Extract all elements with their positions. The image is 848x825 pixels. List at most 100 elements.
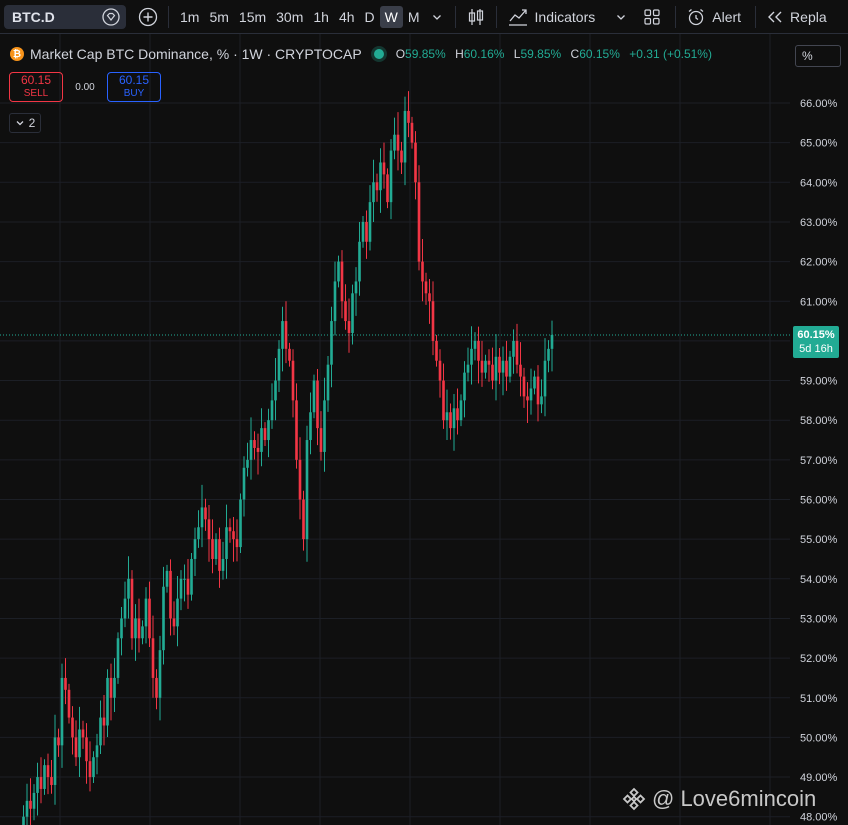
candle-body [428, 293, 431, 302]
indicators-collapse-button[interactable]: 2 [9, 113, 41, 133]
layout-grid-icon[interactable] [643, 8, 661, 26]
chevron-down-icon[interactable] [615, 11, 627, 23]
timeframe-m[interactable]: M [403, 6, 425, 28]
candle-body [144, 598, 148, 627]
candle-body [305, 440, 309, 540]
candle-body [123, 598, 127, 619]
candle-body [393, 134, 396, 151]
candle-body [95, 745, 99, 758]
last-price-label: 60.15% 5d 16h [793, 326, 839, 358]
candle-body [351, 293, 354, 333]
candle-body [193, 539, 197, 559]
price-tick-label: 56.00% [800, 495, 838, 507]
sell-button[interactable]: 60.15 SELL [9, 72, 63, 102]
candle-body [512, 340, 515, 357]
candle-body [550, 334, 554, 349]
candle-body [211, 539, 214, 559]
high-label: H [455, 47, 464, 61]
candle-body [358, 241, 361, 282]
price-tick-label: 63.00% [800, 217, 838, 229]
candle-body [253, 440, 256, 448]
candle-body [407, 110, 410, 123]
candle-body [396, 134, 400, 151]
price-tick-label: 48.00% [800, 812, 838, 824]
market-status-icon[interactable] [373, 49, 384, 59]
candle-body [214, 539, 218, 559]
close-value: 60.15% [579, 47, 620, 61]
candle-body [298, 459, 302, 500]
candle-body [225, 527, 228, 559]
indicators-icon[interactable] [507, 7, 529, 27]
candle-body [60, 677, 64, 746]
price-tick-label: 62.00% [800, 257, 838, 269]
chart-title[interactable]: Market Cap BTC Dominance, % · 1W · CRYPT… [30, 46, 362, 62]
candle-body [78, 729, 81, 758]
candle-body [141, 626, 144, 639]
candle-body [36, 777, 39, 793]
alarm-clock-icon[interactable] [686, 7, 706, 27]
candle-body [365, 221, 368, 242]
candle-body [340, 261, 344, 302]
replay-button[interactable]: Repla [790, 9, 827, 25]
candle-body [505, 360, 508, 377]
timeframe-5m[interactable]: 5m [204, 6, 233, 28]
compare-plus-icon[interactable] [138, 7, 158, 27]
candle-body [533, 376, 536, 389]
candle-body [239, 499, 242, 548]
candle-body [466, 364, 470, 373]
candle-body [291, 360, 295, 401]
timeframe-1m[interactable]: 1m [175, 6, 204, 28]
price-tick-label: 61.00% [800, 296, 838, 308]
candle-body [242, 467, 246, 500]
candles-icon[interactable] [466, 7, 486, 27]
price-chart[interactable]: 66.00%65.00%64.00%63.00%62.00%61.00%60.0… [0, 34, 848, 825]
candle-body [169, 570, 172, 619]
timeframe-30m[interactable]: 30m [271, 6, 308, 28]
candle-body [204, 507, 207, 520]
timeframe-15m[interactable]: 15m [234, 6, 271, 28]
replay-rewind-icon[interactable] [766, 10, 784, 24]
candle-body [508, 356, 512, 377]
sell-label: SELL [23, 88, 49, 99]
candle-body [536, 376, 540, 405]
candle-body [113, 677, 116, 698]
timeframe-w[interactable]: W [379, 5, 403, 28]
candle-body [221, 558, 225, 571]
candle-body [71, 717, 74, 738]
candle-body [288, 348, 291, 361]
buy-button[interactable]: 60.15 BUY [107, 72, 161, 102]
indicators-button[interactable]: Indicators [535, 9, 596, 25]
close-label: C [570, 47, 580, 61]
candle-body [424, 281, 428, 294]
candle-body [165, 570, 169, 587]
candle-body [50, 777, 53, 785]
candle-body [64, 677, 67, 690]
candle-body [74, 737, 78, 758]
candle-body [438, 360, 442, 381]
price-tick-label: 50.00% [800, 732, 838, 744]
candle-body [267, 420, 270, 441]
alert-button[interactable]: Alert [712, 9, 741, 25]
diamond-icon[interactable] [102, 7, 120, 26]
chevron-down-icon[interactable] [431, 11, 443, 23]
candles [22, 91, 554, 825]
timeframe-4h[interactable]: 4h [334, 6, 360, 28]
candle-body [228, 527, 232, 532]
symbol-name: BTC.D [12, 8, 55, 25]
price-tick-label: 55.00% [800, 534, 838, 546]
price-tick-label: 49.00% [800, 772, 838, 784]
candle-body [375, 182, 379, 191]
timeframe-d[interactable]: D [360, 6, 380, 28]
timeframe-1h[interactable]: 1h [308, 6, 334, 28]
candle-body [435, 340, 438, 361]
candle-body [501, 360, 505, 373]
symbol-search-button[interactable]: BTC.D [4, 4, 126, 29]
scale-mode-selector[interactable]: % [795, 45, 841, 67]
collapse-count: 2 [28, 116, 36, 130]
toolbar-divider [755, 5, 757, 28]
sell-price: 60.15 [20, 73, 52, 87]
candle-body [88, 761, 92, 778]
candle-body [127, 578, 130, 599]
open-value: 59.85% [405, 47, 446, 61]
candle-body [347, 321, 351, 333]
